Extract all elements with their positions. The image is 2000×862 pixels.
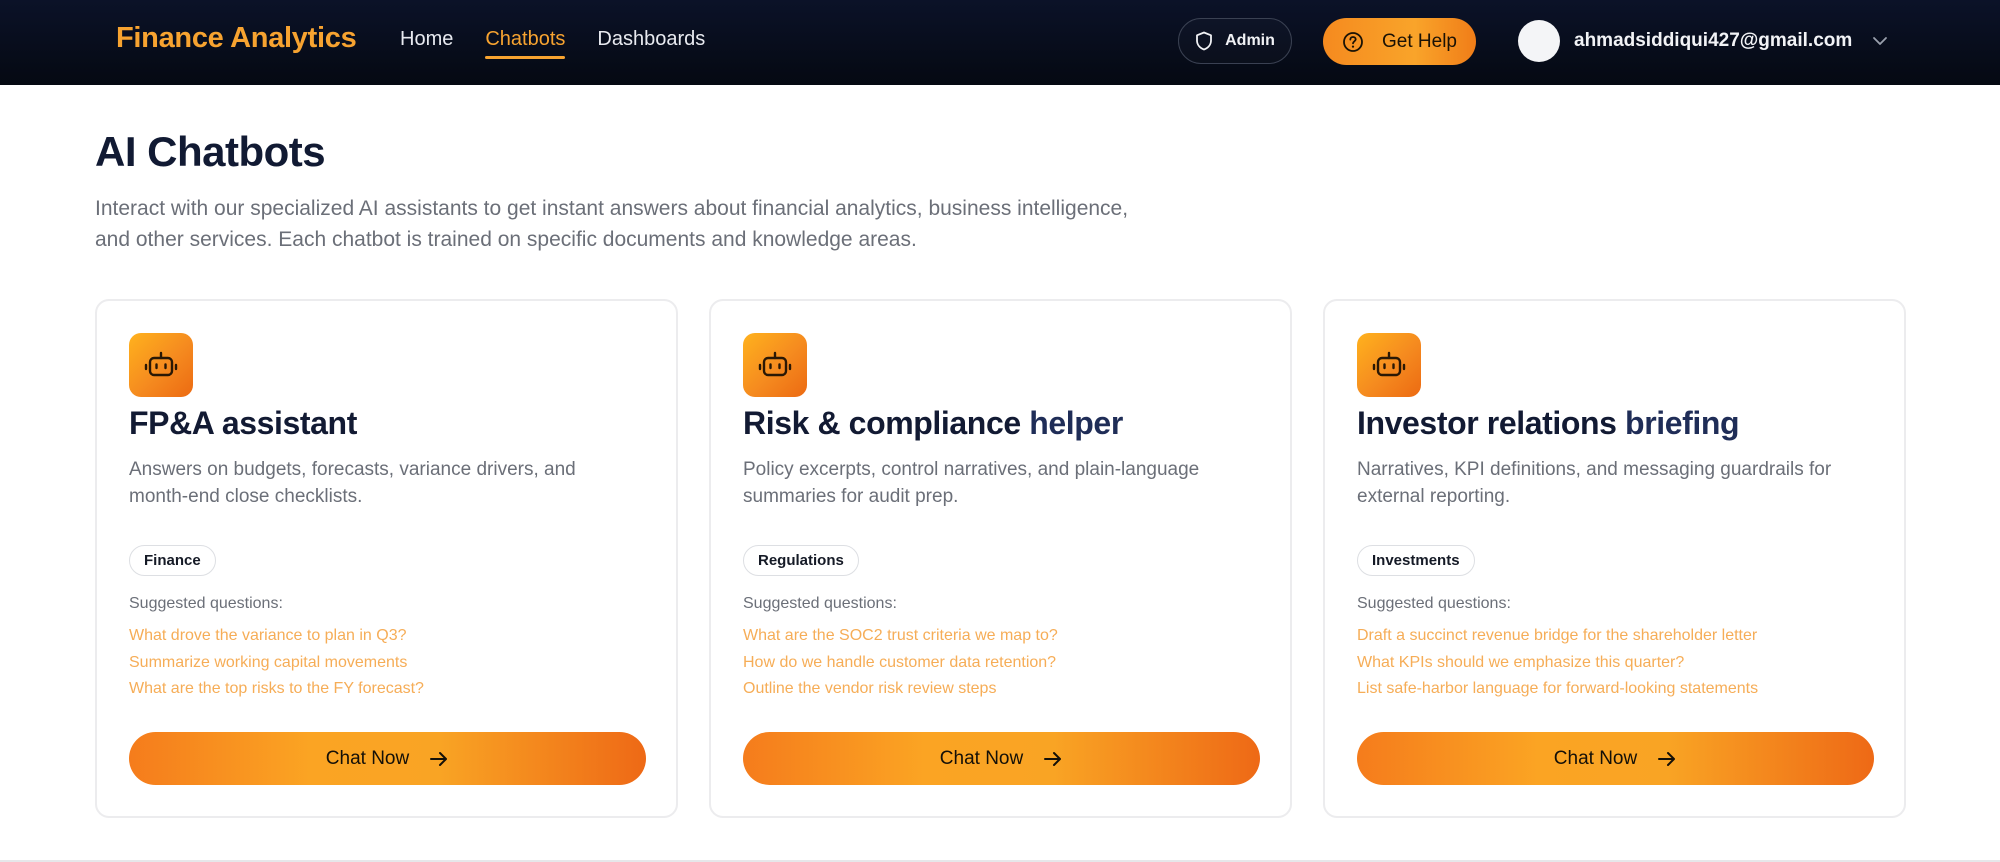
card-description: Answers on budgets, forecasts, variance … <box>129 459 576 507</box>
nav-link-chatbots[interactable]: Chatbots <box>485 28 566 59</box>
suggested-question[interactable]: Draft a succinct revenue bridge for the … <box>1357 627 1758 646</box>
category-badge: Investments <box>1357 545 1475 576</box>
top-navbar: Finance Analytics Home Chatbots Dashboar… <box>0 0 2000 85</box>
brand-logo-text[interactable]: Finance Analytics <box>116 22 357 55</box>
suggested-question[interactable]: How do we handle customer data retention… <box>743 654 1058 673</box>
suggested-questions-list: What drove the variance to plan in Q3? S… <box>129 627 424 699</box>
suggested-question[interactable]: What drove the variance to plan in Q3? <box>129 627 424 646</box>
nav-link-home[interactable]: Home <box>400 28 453 59</box>
card-description: Policy excerpts, control narratives, and… <box>743 459 1200 507</box>
chat-now-button[interactable]: Chat Now <box>129 732 646 785</box>
chat-now-button[interactable]: Chat Now <box>1357 732 1874 785</box>
suggested-question[interactable]: What KPIs should we emphasize this quart… <box>1357 654 1758 673</box>
suggested-question[interactable]: What are the top risks to the FY forecas… <box>129 680 424 699</box>
chat-now-label: Chat Now <box>325 747 410 769</box>
arrow-right-icon <box>1044 751 1062 766</box>
suggested-questions-label: Suggested questions: <box>129 595 283 612</box>
chatbot-card-investor: Investor relations briefing Narratives, … <box>1323 299 1906 818</box>
chevron-down-icon <box>1873 37 1888 45</box>
main-nav: Home Chatbots Dashboards <box>400 28 705 59</box>
robot-icon <box>129 333 193 397</box>
chatbot-card-risk: Risk & compliance helper Policy excerpts… <box>709 299 1292 818</box>
shield-icon <box>1196 31 1213 51</box>
page-description: Interact with our specialized AI assista… <box>95 197 1129 251</box>
suggested-questions-label: Suggested questions: <box>1357 595 1511 612</box>
suggested-question[interactable]: What are the SOC2 trust criteria we map … <box>743 627 1058 646</box>
chat-now-button[interactable]: Chat Now <box>743 732 1260 785</box>
question-circle-icon <box>1343 31 1363 52</box>
chat-now-label: Chat Now <box>1553 747 1638 769</box>
chatbot-card-fpa: FP&A assistant Answers on budgets, forec… <box>95 299 678 818</box>
card-title: FP&A assistant <box>129 405 357 441</box>
get-help-label: Get Help <box>1382 30 1457 52</box>
user-menu[interactable]: ahmadsiddiqui427@gmail.com <box>1518 20 1888 62</box>
page-title: AI Chatbots <box>95 128 326 175</box>
suggested-question[interactable]: Summarize working capital movements <box>129 654 424 673</box>
robot-icon <box>1357 333 1421 397</box>
robot-icon <box>743 333 807 397</box>
admin-label: Admin <box>1225 32 1275 49</box>
arrow-right-icon <box>1658 751 1676 766</box>
admin-button[interactable]: Admin <box>1178 18 1292 64</box>
suggested-question[interactable]: Outline the vendor risk review steps <box>743 680 1058 699</box>
category-badge: Finance <box>129 545 216 576</box>
get-help-button[interactable]: Get Help <box>1323 18 1476 65</box>
nav-link-dashboards[interactable]: Dashboards <box>597 28 705 59</box>
category-badge: Regulations <box>743 545 859 576</box>
suggested-questions-list: What are the SOC2 trust criteria we map … <box>743 627 1058 699</box>
card-description: Narratives, KPI definitions, and messagi… <box>1357 459 1832 507</box>
suggested-questions-label: Suggested questions: <box>743 595 897 612</box>
arrow-right-icon <box>430 751 448 766</box>
avatar <box>1518 20 1560 62</box>
chat-now-label: Chat Now <box>939 747 1024 769</box>
card-title: Risk & compliance helper <box>743 405 1123 441</box>
suggested-question[interactable]: List safe-harbor language for forward-lo… <box>1357 680 1758 699</box>
user-email: ahmadsiddiqui427@gmail.com <box>1574 30 1853 51</box>
card-title: Investor relations briefing <box>1357 405 1740 441</box>
suggested-questions-list: Draft a succinct revenue bridge for the … <box>1357 627 1758 699</box>
